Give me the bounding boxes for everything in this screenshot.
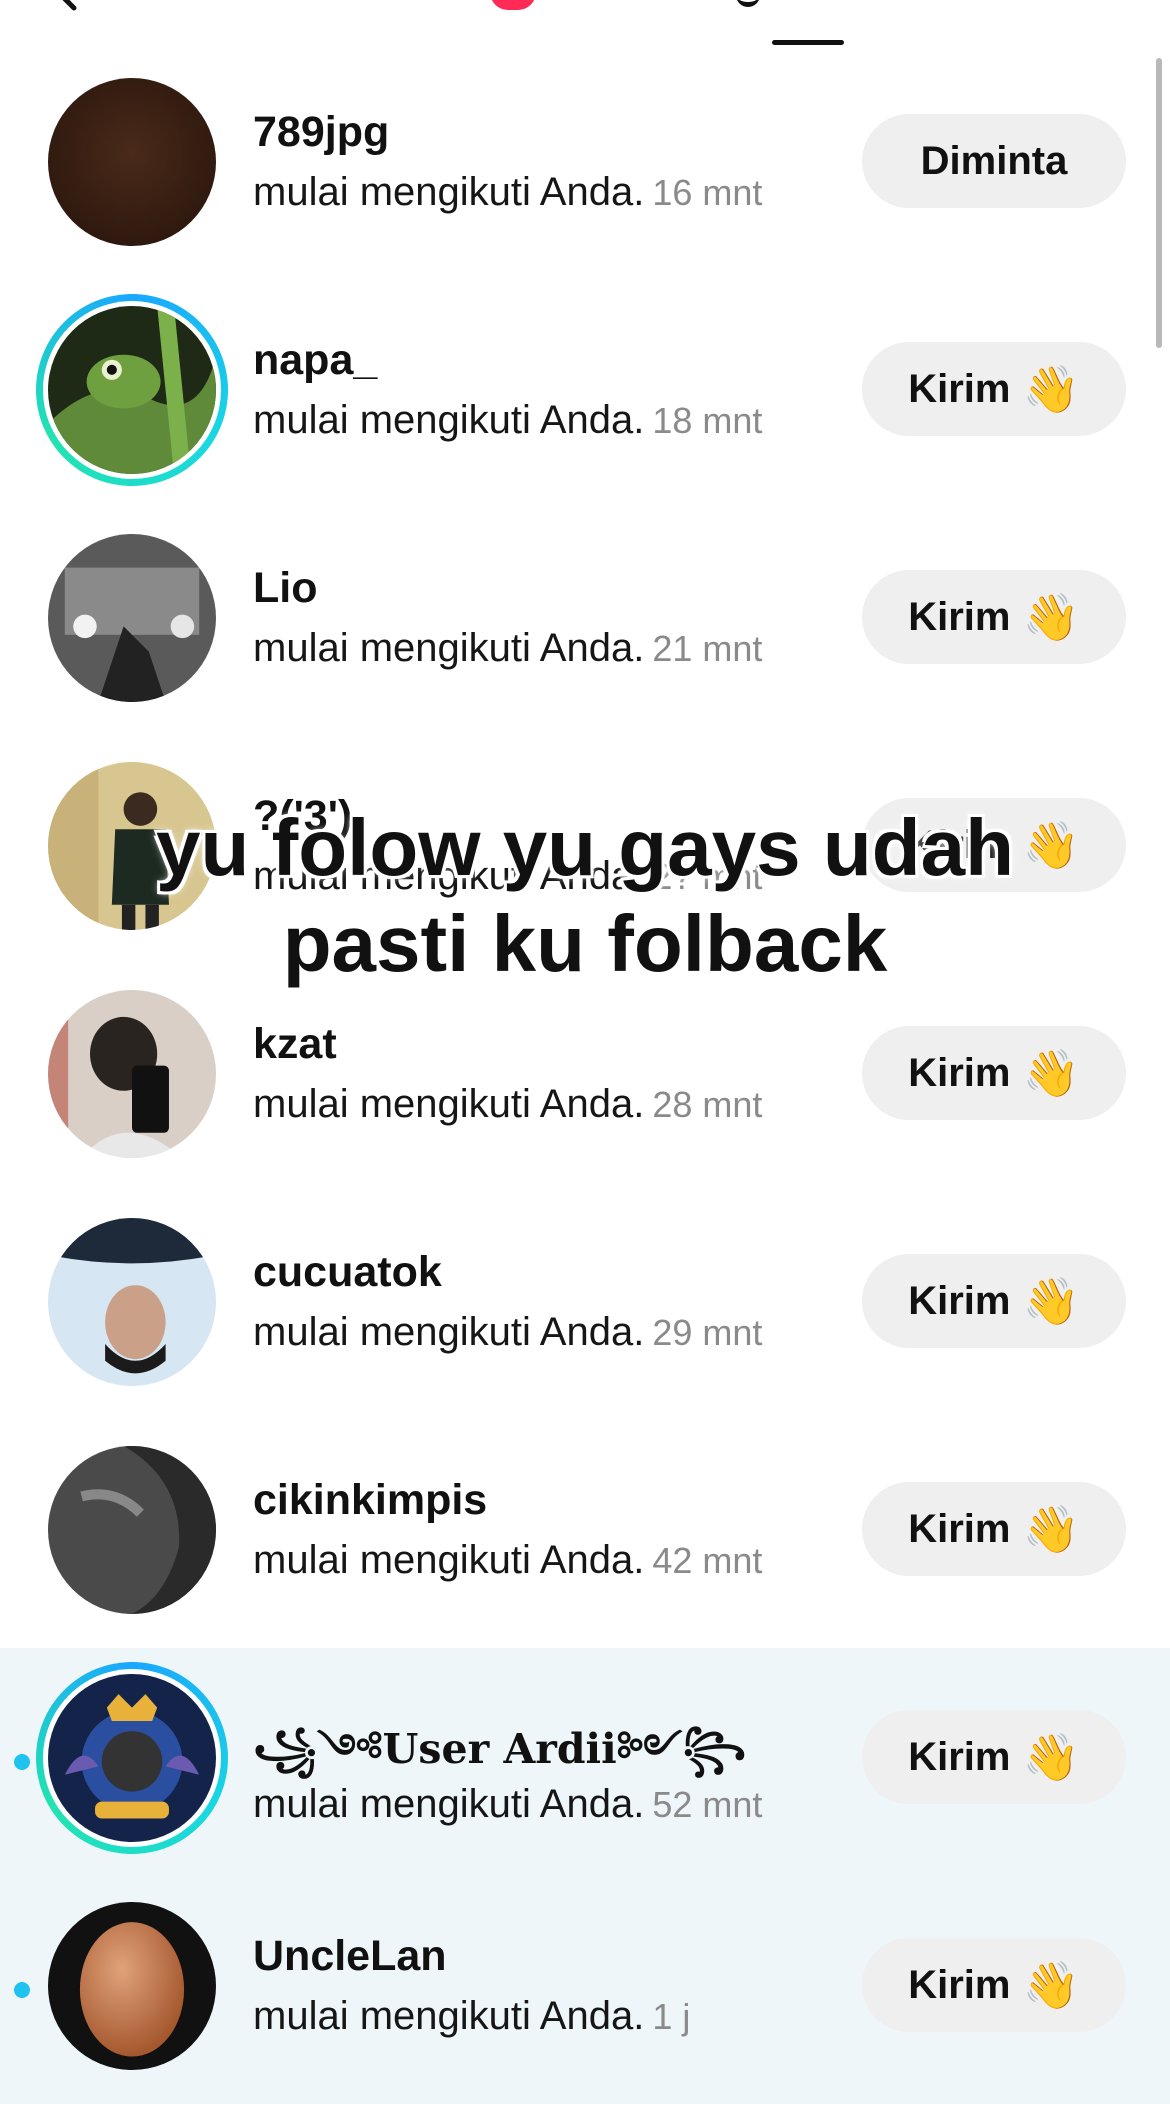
waving-hand-icon: 👋 [1022, 1503, 1080, 1555]
timestamp: 42 mnt [652, 1540, 763, 1581]
waving-hand-icon: 👋 [1022, 1959, 1080, 2011]
waving-hand-icon: 👋 [1022, 363, 1080, 415]
username[interactable]: kzat [253, 1020, 337, 1069]
activity-text: mulai mengikuti Anda. 16 mnt [253, 170, 762, 215]
timestamp: 1 j [652, 1996, 691, 2037]
activity-action: mulai mengikuti Anda. [253, 1538, 645, 1582]
button-label: Kirim [908, 594, 1011, 639]
avatar[interactable] [48, 534, 216, 702]
avatar[interactable] [48, 306, 216, 474]
caption-overlay: yu folow yu gays udah pasti ku folback [0, 800, 1170, 992]
send-wave-button[interactable]: Kirim 👋 [862, 570, 1126, 664]
activity-text: mulai mengikuti Anda. 28 mnt [253, 1082, 762, 1127]
username[interactable]: cucuatok [253, 1248, 442, 1297]
list-item[interactable]: cikinkimpis mulai mengikuti Anda. 42 mnt … [0, 1420, 1170, 1648]
caption-line-1: yu folow yu gays udah [156, 803, 1014, 892]
timestamp: 28 mnt [652, 1084, 763, 1125]
room-avatar-icon [48, 534, 216, 702]
upside-down-avatar-icon [48, 1218, 216, 1386]
waving-hand-icon: 👋 [1022, 1275, 1080, 1327]
activity-action: mulai mengikuti Anda. [253, 626, 645, 670]
timestamp: 18 mnt [652, 400, 763, 441]
button-label: Kirim [908, 1506, 1011, 1551]
button-label: Kirim [908, 1962, 1011, 2007]
unread-indicator [14, 1754, 30, 1770]
list-item[interactable]: Lio mulai mengikuti Anda. 21 mnt Kirim 👋 [0, 508, 1170, 736]
avatar[interactable] [48, 78, 216, 246]
send-wave-button[interactable]: Kirim 👋 [862, 1026, 1126, 1120]
activity-action: mulai mengikuti Anda. [253, 170, 645, 214]
frog-avatar-icon [48, 306, 216, 474]
send-wave-button[interactable]: Kirim 👋 [862, 1482, 1126, 1576]
timestamp: 21 mnt [652, 628, 763, 669]
list-item[interactable]: 789jpg mulai mengikuti Anda. 16 mnt Dimin… [0, 52, 1170, 280]
active-tab-underline [772, 40, 844, 45]
timestamp: 52 mnt [652, 1784, 763, 1825]
button-label: Kirim [908, 1278, 1011, 1323]
activity-text: mulai mengikuti Anda. 29 mnt [253, 1310, 762, 1355]
activity-text: mulai mengikuti Anda. 52 mnt [253, 1782, 762, 1827]
tab-indicator-dot [490, 0, 536, 10]
activity-text: mulai mengikuti Anda. 42 mnt [253, 1538, 762, 1583]
avatar[interactable] [48, 1902, 216, 2070]
waving-hand-icon: 👋 [1022, 591, 1080, 643]
activity-action: mulai mengikuti Anda. [253, 1082, 645, 1126]
activity-text: mulai mengikuti Anda. 18 mnt [253, 398, 762, 443]
avatar[interactable] [48, 1674, 216, 1842]
activity-action: mulai mengikuti Anda. [253, 1310, 645, 1354]
avatar[interactable] [48, 1218, 216, 1386]
story-ring[interactable] [36, 1662, 228, 1854]
avatar[interactable] [48, 1446, 216, 1614]
activity-text: mulai mengikuti Anda. 1 j [253, 1994, 690, 2039]
username[interactable]: cikinkimpis [253, 1476, 487, 1525]
avatar[interactable] [48, 990, 216, 1158]
brown-avatar-icon [48, 78, 216, 246]
activity-action: mulai mengikuti Anda. [253, 398, 645, 442]
activity-text: mulai mengikuti Anda. 21 mnt [253, 626, 762, 671]
unread-indicator [14, 1982, 30, 1998]
top-navigation [0, 0, 1170, 52]
requested-button[interactable]: Diminta [862, 114, 1126, 208]
list-item[interactable]: cucuatok mulai mengikuti Anda. 29 mnt Kir… [0, 1192, 1170, 1420]
send-wave-button[interactable]: Kirim 👋 [862, 1254, 1126, 1348]
button-label: Kirim [908, 1050, 1011, 1095]
activity-action: mulai mengikuti Anda. [253, 1994, 645, 2038]
scrollbar[interactable] [1156, 58, 1162, 348]
tab-label-fragment[interactable] [736, 0, 760, 7]
timestamp: 29 mnt [652, 1312, 763, 1353]
timestamp: 16 mnt [652, 172, 763, 213]
story-ring[interactable] [36, 294, 228, 486]
username[interactable]: 789jpg [253, 108, 389, 157]
button-label: Kirim [908, 366, 1011, 411]
send-wave-button[interactable]: Kirim 👋 [862, 1710, 1126, 1804]
list-item[interactable]: UncleLan mulai mengikuti Anda. 1 j Kirim 👋 [0, 1876, 1170, 2104]
username[interactable]: UncleLan [253, 1932, 447, 1981]
list-item[interactable]: ꧁༺User Ardii༻꧂ mulai mengikuti Anda. 52 m… [0, 1648, 1170, 1876]
selfie-avatar-icon [48, 990, 216, 1158]
list-item[interactable]: kzat mulai mengikuti Anda. 28 mnt Kirim 👋 [0, 964, 1170, 1192]
egg-avatar-icon [48, 1902, 216, 2070]
back-arrow-icon[interactable] [46, 0, 90, 14]
grayscale-avatar-icon [48, 1446, 216, 1614]
send-wave-button[interactable]: Kirim 👋 [862, 1938, 1126, 2032]
emblem-avatar-icon [48, 1674, 216, 1842]
activity-action: mulai mengikuti Anda. [253, 1782, 645, 1826]
username[interactable]: napa_ [253, 336, 377, 385]
waving-hand-icon: 👋 [1022, 1731, 1080, 1783]
button-label: Diminta [920, 138, 1068, 183]
send-wave-button[interactable]: Kirim 👋 [862, 342, 1126, 436]
waving-hand-icon: 👋 [1022, 1047, 1080, 1099]
username[interactable]: Lio [253, 564, 317, 613]
caption-line-2: pasti ku folback [282, 899, 888, 988]
button-label: Kirim [908, 1734, 1011, 1779]
list-item[interactable]: napa_ mulai mengikuti Anda. 18 mnt Kirim 👋 [0, 280, 1170, 508]
